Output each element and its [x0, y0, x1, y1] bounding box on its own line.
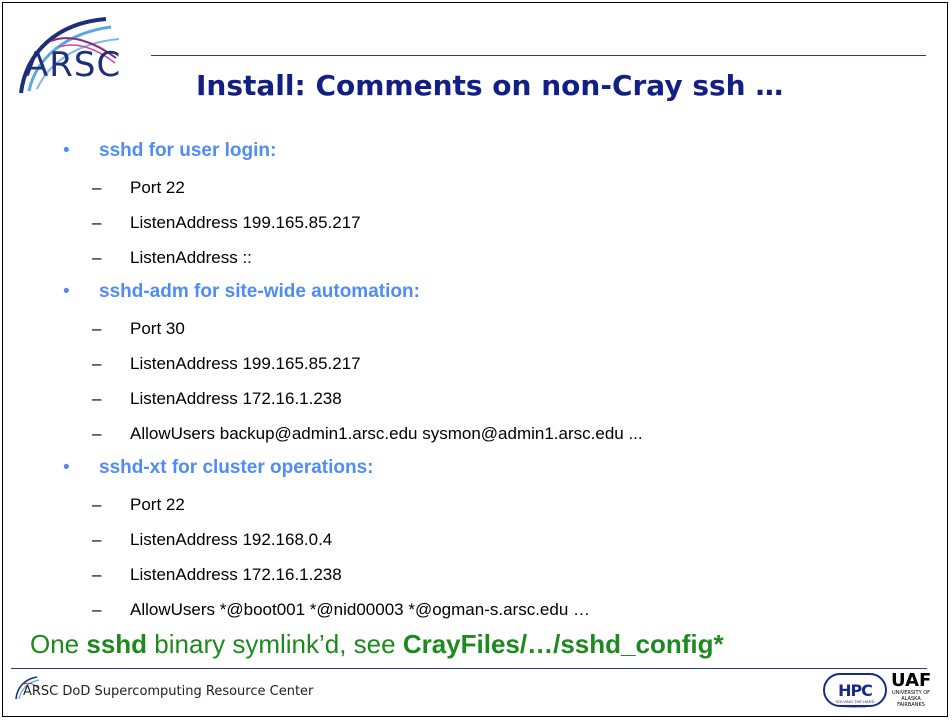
sub-item: – Port 22	[92, 495, 185, 515]
sub-item-text: ListenAddress 192.168.0.4	[130, 530, 333, 549]
dash-glyph: –	[92, 248, 102, 267]
bullet-dot: •	[63, 457, 70, 478]
bullet-sshd-xt: • sshd-xt for cluster operations:	[63, 457, 374, 479]
bullet-text: sshd for user login:	[99, 140, 277, 161]
sub-item: – ListenAddress 192.168.0.4	[92, 530, 332, 550]
sub-item-text: Port 30	[130, 319, 185, 338]
sub-item-text: ListenAddress 199.165.85.217	[130, 213, 361, 232]
dash-glyph: –	[92, 600, 102, 619]
dash-glyph: –	[92, 565, 102, 584]
summary-line: One sshd binary symlink’d, see CrayFiles…	[30, 629, 724, 660]
dash-glyph: –	[92, 354, 102, 373]
sub-item: – Port 22	[92, 178, 185, 198]
footer-text: ARSC DoD Supercomputing Resource Center	[23, 684, 314, 699]
sub-item-text: AllowUsers *@boot001 *@nid00003 *@ogman-…	[130, 600, 591, 619]
dash-glyph: –	[92, 424, 102, 443]
uaf-logo-text: UAF	[891, 670, 932, 691]
summary-middle: binary symlink’d, see	[147, 629, 403, 659]
slide-frame: ARSC Install: Comments on non-Cray ssh ……	[2, 2, 948, 717]
summary-binary: sshd	[86, 629, 148, 659]
summary-prefix: One	[30, 629, 87, 659]
sub-item: – ListenAddress 172.16.1.238	[92, 389, 342, 409]
bullet-sshd-adm: • sshd-adm for site-wide automation:	[63, 281, 420, 303]
sub-item: – AllowUsers *@boot001 *@nid00003 *@ogman…	[92, 600, 590, 620]
bullet-dot: •	[63, 281, 70, 302]
sub-item: – ListenAddress 199.165.85.217	[92, 213, 361, 233]
sub-item: – ListenAddress 199.165.85.217	[92, 354, 361, 374]
uaf-logo: UAF UNIVERSITY OF ALASKA FAIRBANKS	[891, 670, 932, 709]
header-rule	[151, 55, 926, 56]
logo-text: ARSC	[25, 45, 122, 85]
sub-item: – AllowUsers backup@admin1.arsc.edu sysmo…	[92, 424, 643, 444]
dash-glyph: –	[92, 213, 102, 232]
sub-item-text: Port 22	[130, 495, 185, 514]
sub-item-text: ListenAddress 172.16.1.238	[130, 389, 342, 408]
hpc-logo-text: HPC	[838, 680, 873, 700]
hpc-logo: HPC SOLVING THE HARD PROBLEMS	[823, 673, 887, 709]
sub-item: – Port 30	[92, 319, 185, 339]
dash-glyph: –	[92, 319, 102, 338]
footer-rule	[11, 668, 927, 669]
dash-glyph: –	[92, 178, 102, 197]
summary-path: CrayFiles/…/sshd_config*	[402, 629, 724, 659]
bullet-dot: •	[63, 140, 70, 161]
slide-title: Install: Comments on non-Cray ssh …	[196, 69, 784, 102]
hpc-tagline: SOLVING THE HARD PROBLEMS	[835, 699, 875, 709]
bullet-text: sshd-adm for site-wide automation:	[99, 281, 420, 302]
sub-item: – ListenAddress ::	[92, 248, 252, 268]
bullet-sshd: • sshd for user login:	[63, 140, 276, 162]
bullet-text: sshd-xt for cluster operations:	[99, 457, 374, 478]
sub-item-text: ListenAddress 199.165.85.217	[130, 354, 361, 373]
uaf-sub3: FAIRBANKS	[897, 702, 925, 708]
sub-item: – ListenAddress 172.16.1.238	[92, 565, 342, 585]
sub-item-text: Port 22	[130, 178, 185, 197]
sub-item-text: ListenAddress 172.16.1.238	[130, 565, 342, 584]
sub-item-text: AllowUsers backup@admin1.arsc.edu sysmon…	[130, 424, 643, 443]
dash-glyph: –	[92, 389, 102, 408]
sub-item-text: ListenAddress ::	[130, 248, 252, 267]
dash-glyph: –	[92, 495, 102, 514]
dash-glyph: –	[92, 530, 102, 549]
